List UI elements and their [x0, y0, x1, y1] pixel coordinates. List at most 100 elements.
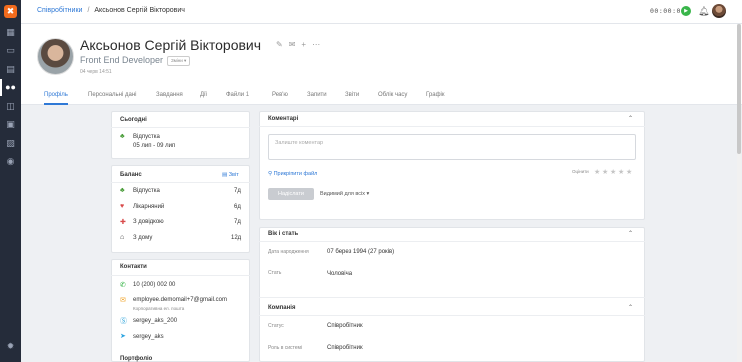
home-icon: ⌂ — [120, 234, 125, 241]
changes-badge[interactable]: Зміни ▾ — [167, 56, 191, 66]
divider — [259, 315, 645, 316]
more-icon[interactable]: ⋯ — [312, 40, 326, 49]
portfolio-title: Портфоліо — [120, 356, 153, 362]
sex-label: Стать — [268, 270, 282, 276]
breadcrumb-current: Аксьонов Сергій Вікторович — [94, 7, 185, 14]
tab-schedule[interactable]: Графік — [426, 92, 444, 105]
heart-icon: ♥ — [120, 203, 125, 210]
calendar-icon[interactable]: ▭ — [5, 45, 16, 56]
chevron-up-icon[interactable]: ⌃ — [628, 304, 633, 311]
profile-date: 04 черв 14:51 — [80, 69, 112, 75]
balance-item-value: 7д — [234, 219, 241, 225]
phone-icon: ✆ — [120, 282, 126, 289]
divider — [259, 126, 645, 127]
app-logo[interactable]: ✖ — [4, 5, 17, 18]
balance-item-label: Лікарняний — [133, 204, 165, 210]
profile-header: Аксьонов Сергій Вікторович ✎✉+⋯ Front En… — [21, 24, 742, 105]
today-status: Відпустка — [133, 134, 160, 140]
comment-placeholder: Залиште коментар — [275, 140, 324, 146]
tab-profile[interactable]: Профіль — [44, 92, 68, 105]
today-title: Сьогодні — [120, 117, 147, 123]
chevron-up-icon[interactable]: ⌃ — [628, 115, 633, 122]
top-bar: Співробітники / Аксьонов Сергій Вікторович — [21, 0, 742, 24]
tab-files-label: Файли — [226, 92, 245, 98]
balance-card — [111, 165, 250, 253]
tab-time-tracking[interactable]: Облік часу — [378, 92, 407, 105]
comments-title: Коментарі — [268, 116, 299, 122]
info-card — [259, 227, 645, 362]
submit-comment-button[interactable]: Надіслати — [268, 188, 314, 200]
status-value: Співробітник — [327, 323, 363, 329]
comments-card — [259, 111, 645, 220]
profile-position: Front End Developer — [80, 55, 164, 65]
contact-email-note: Корпоративна ел. пошта — [133, 306, 185, 311]
balance-title: Баланс — [120, 172, 142, 178]
attach-file-link[interactable]: ⚲ Прикріпити файл — [268, 171, 317, 177]
breadcrumb: Співробітники / Аксьонов Сергій Вікторович — [37, 7, 185, 14]
comment-input[interactable]: Залиште коментар — [268, 134, 636, 160]
contact-skype[interactable]: sergey_aks_200 — [133, 318, 177, 324]
rating-label: Оцінити — [572, 169, 589, 174]
balance-report-link[interactable]: ▤ Звіт — [222, 172, 239, 178]
age-title: Вік і стать — [268, 231, 299, 237]
visibility-select[interactable]: Видимий для всіх ▾ — [320, 191, 369, 197]
palm-icon: ♣ — [120, 133, 125, 140]
users-icon[interactable]: ●● — [0, 79, 16, 96]
person-circle-icon[interactable]: ◉ — [5, 156, 16, 167]
balance-report-label: Звіт — [228, 172, 239, 178]
report-icon[interactable]: ▣ — [5, 119, 16, 130]
sex-value: Чоловіча — [327, 271, 353, 277]
scrollbar-thumb[interactable] — [737, 24, 741, 154]
user-avatar[interactable] — [712, 4, 726, 18]
book-icon[interactable]: ▤ — [5, 64, 16, 75]
star-icon[interactable]: ★ — [626, 168, 632, 176]
divider — [259, 297, 645, 298]
gear-icon[interactable]: ✹ — [5, 341, 16, 352]
mail-icon: ✉ — [120, 297, 126, 304]
star-icon[interactable]: ★ — [602, 168, 608, 176]
role-value: Співробітник — [327, 345, 363, 351]
document-icon: ▤ — [222, 172, 228, 178]
contact-telegram[interactable]: sergey_aks — [133, 334, 164, 340]
chart-icon[interactable]: ▨ — [5, 138, 16, 149]
profile-avatar — [37, 38, 74, 75]
paperclip-icon: ⚲ — [268, 171, 273, 177]
tab-requests[interactable]: Запити — [307, 92, 327, 105]
balance-item-value: 6д — [234, 204, 241, 210]
edit-icon[interactable]: ✎ — [276, 40, 289, 49]
medical-note-icon: ✚ — [120, 219, 126, 226]
tab-files-count: 1 — [245, 92, 250, 98]
telegram-icon: ➤ — [120, 333, 126, 340]
balance-item-label: З дому — [133, 235, 153, 241]
dob-label: Дата народження — [268, 249, 309, 255]
play-icon[interactable]: ▶ — [681, 6, 691, 16]
bell-icon[interactable]: 🔔︎ — [698, 6, 709, 17]
plus-icon[interactable]: + — [301, 40, 312, 49]
mail-icon[interactable]: ✉ — [289, 40, 302, 49]
role-label: Роль в системі — [268, 345, 303, 351]
contact-phone[interactable]: 10 (200) 002 00 — [133, 282, 175, 288]
star-icon[interactable]: ★ — [594, 168, 600, 176]
scrollbar[interactable] — [737, 24, 741, 362]
tab-tasks[interactable]: Завдання — [156, 92, 183, 105]
breadcrumb-employees-link[interactable]: Співробітники — [37, 7, 82, 14]
layers-icon[interactable]: ◫ — [5, 101, 16, 112]
profile-name: Аксьонов Сергій Вікторович — [80, 37, 262, 53]
tab-personal-data[interactable]: Персональні дані — [88, 92, 136, 105]
balance-item-value: 7д — [234, 188, 241, 194]
tab-actions[interactable]: Дії — [200, 92, 207, 105]
balance-item-label: Відпустка — [133, 188, 160, 194]
star-icon[interactable]: ★ — [610, 168, 616, 176]
grid-icon[interactable]: ▦ — [5, 27, 16, 38]
chevron-up-icon[interactable]: ⌃ — [628, 230, 633, 237]
contact-email[interactable]: employee.demomail+7@gmail.com — [133, 297, 227, 303]
balance-item-label: З довідкою — [133, 219, 164, 225]
sidebar: ✖ ▦ ▭ ▤ ●● ◫ ▣ ▨ ◉ ✹ — [0, 0, 21, 362]
tab-reports[interactable]: Звіти — [345, 92, 359, 105]
tab-review[interactable]: Рев'ю — [272, 92, 288, 105]
divider — [111, 127, 250, 128]
profile-actions: ✎✉+⋯ — [276, 40, 326, 49]
star-icon[interactable]: ★ — [618, 168, 624, 176]
tab-files[interactable]: Файли 1 — [226, 92, 249, 105]
skype-icon: Ⓢ — [120, 318, 127, 325]
